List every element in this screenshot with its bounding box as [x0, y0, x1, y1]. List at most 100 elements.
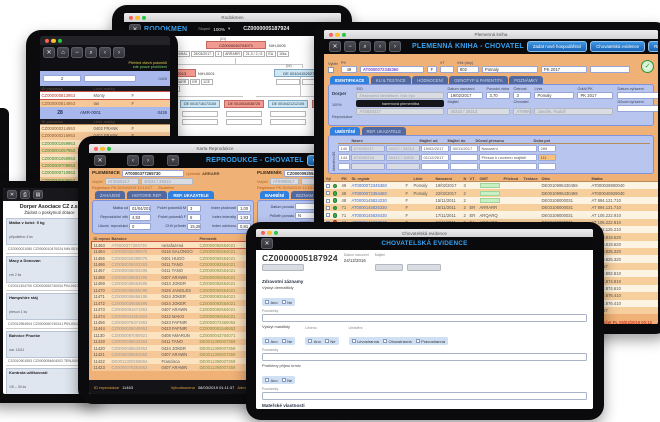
- tab-historie[interactable]: HISTORIE REP.: [127, 191, 167, 199]
- tab-hodnoceni[interactable]: HODNOCENÍ: [412, 76, 448, 84]
- titlebar[interactable]: [40, 36, 170, 45]
- tab-rep-ukazatele[interactable]: REP. UKAZATELE: [362, 127, 407, 135]
- prev-icon[interactable]: ‹: [374, 41, 386, 52]
- close-icon[interactable]: ✕: [7, 190, 17, 199]
- pedigree-node-g3[interactable]: DE 0010421212105: [268, 100, 308, 108]
- checkbox-option[interactable]: Ne: [282, 378, 293, 383]
- table-row[interactable]: 71AT0000145825330F15/11/20112ERARRARRDE0…: [324, 204, 658, 211]
- titlebar[interactable]: Karta Reprodukce: [89, 144, 341, 153]
- stat-value[interactable]: 15,28: [187, 223, 201, 230]
- stat-value[interactable]: 6: [187, 214, 201, 221]
- new-farm-button[interactable]: Zadat nové hospodářství: [527, 41, 587, 52]
- print-icon[interactable]: ⎙: [20, 190, 30, 199]
- tab-ukazatele[interactable]: REP. UKAZATELE: [168, 191, 213, 199]
- stat-value[interactable]: 1,00: [237, 205, 251, 212]
- home-icon[interactable]: ⌂: [57, 47, 69, 58]
- traffic-lights[interactable]: [45, 38, 62, 42]
- pedigree-node-g3[interactable]: DE 0010534538725: [224, 100, 264, 108]
- row-checkbox[interactable]: [326, 191, 330, 195]
- breeder-records-button[interactable]: Chovatelská evidence: [590, 41, 645, 52]
- tab-identifikace[interactable]: IDENTIFIKACE: [330, 76, 369, 84]
- notes-input[interactable]: [262, 353, 587, 361]
- checkbox-option[interactable]: Ano: [265, 300, 278, 305]
- owner-id-field[interactable]: AT4930217: [356, 108, 444, 115]
- registry-id[interactable]: AT0000072345360: [360, 66, 424, 73]
- row-checkbox[interactable]: [326, 213, 330, 217]
- extra-field[interactable]: [590, 66, 630, 73]
- stat-value[interactable]: 3: [187, 205, 201, 212]
- stat-value[interactable]: 0: [129, 223, 151, 230]
- add-icon[interactable]: +: [167, 155, 179, 166]
- pk-section-field[interactable]: PK 2017: [577, 92, 613, 99]
- breeder-name-field[interactable]: Jandrle, Rudolf: [534, 108, 613, 115]
- table-row[interactable]: 144AT493021850412 / 1183301/12/2017Přesu…: [338, 153, 650, 162]
- line-field[interactable]: Pomaly: [534, 92, 574, 99]
- search-icon[interactable]: ⌕: [85, 47, 97, 58]
- table-row[interactable]: CZ0000002149530402 FRANKF: [40, 125, 170, 132]
- owner-id-field[interactable]: AT9999917: [270, 178, 299, 185]
- birth-date-field[interactable]: 19/02/2017: [447, 92, 483, 99]
- removal-date-field[interactable]: [617, 92, 658, 99]
- pk-number[interactable]: 49: [341, 66, 357, 73]
- removal-reason-field[interactable]: [617, 105, 658, 112]
- approved-icon[interactable]: ✓: [641, 60, 654, 73]
- tab-poznamky[interactable]: POZNÁMKY: [509, 76, 543, 84]
- age-days[interactable]: 802: [457, 66, 479, 73]
- stat-value[interactable]: 4,93: [129, 214, 151, 221]
- checkbox-option[interactable]: Levostranná: [352, 339, 380, 344]
- table-row[interactable]: 140AT493021740222 / 2831319/02/201730/11…: [338, 144, 650, 153]
- ewe-id-input[interactable]: AT0000377265730: [122, 170, 184, 177]
- tab-genotyp[interactable]: GENOTYP & PARENTITA: [449, 76, 507, 84]
- line-field[interactable]: Pomaly: [482, 66, 538, 73]
- traffic-lights[interactable]: [261, 231, 278, 235]
- table-row[interactable]: 48AT0000072354460FPomaly22/02/20172DE001…: [324, 189, 658, 196]
- minus-icon[interactable]: −: [71, 47, 83, 58]
- table-row[interactable]: CZ000000813953MontyF: [40, 92, 170, 99]
- checkbox-option[interactable]: Ano: [265, 339, 278, 344]
- titlebar[interactable]: Rodokmen: [124, 13, 341, 22]
- next-icon[interactable]: ›: [142, 155, 154, 166]
- notes-input[interactable]: [262, 392, 587, 400]
- checkbox-option[interactable]: Pravostranná: [416, 339, 445, 344]
- filter-input-line[interactable]: [84, 75, 136, 82]
- pedigree-node-g3[interactable]: DE 0010716173105: [180, 100, 220, 108]
- reproduction-type-button[interactable]: haremová plemenitba: [356, 100, 444, 107]
- table-row[interactable]: 71AT0000145826430F17/11/20112ERARQARQDE0…: [324, 211, 658, 218]
- checkbox-option[interactable]: Ne: [325, 339, 336, 344]
- traffic-lights[interactable]: [329, 32, 346, 36]
- stat-value[interactable]: 01/04/2014: [129, 205, 151, 212]
- breeder-id-field[interactable]: AT9999917: [513, 108, 531, 115]
- sex-field[interactable]: F: [427, 66, 437, 73]
- owner-name-field[interactable]: 40222 / 28313: [447, 108, 510, 115]
- traffic-lights[interactable]: [129, 15, 146, 19]
- tab-bahneni[interactable]: BAHNĚNÍ: [260, 191, 289, 199]
- vt-field[interactable]: [440, 66, 454, 73]
- tab-zahajeni[interactable]: ZAHÁJENÍ: [95, 191, 125, 199]
- row-checkbox[interactable]: [326, 199, 330, 203]
- document-icon[interactable]: ▤: [33, 190, 43, 199]
- owner-id-field[interactable]: AT4930217: [105, 178, 139, 185]
- table-row[interactable]: [338, 162, 650, 171]
- select-checkbox[interactable]: [328, 67, 334, 73]
- close-icon[interactable]: ✕: [261, 238, 273, 249]
- minus-icon[interactable]: −: [344, 41, 356, 52]
- table-row[interactable]: 48AT0000145824230F15/11/20112DE031080000…: [324, 197, 658, 204]
- checkbox-option[interactable]: Ano: [308, 339, 321, 344]
- birth-weight-field[interactable]: 3,70: [486, 92, 510, 99]
- titlebar[interactable]: Plemenná kniha: [324, 30, 658, 39]
- checkbox-option[interactable]: Ne: [282, 339, 293, 344]
- titlebar[interactable]: Chovatelská evidence: [256, 229, 593, 237]
- close-icon[interactable]: ✕: [94, 155, 106, 166]
- stat-value[interactable]: 1,93: [237, 214, 251, 221]
- owner-name-field[interactable]: [407, 264, 441, 271]
- animal-name-field[interactable]: [262, 264, 304, 271]
- next-icon[interactable]: ›: [389, 41, 401, 52]
- lookup-link[interactable]: vyhledat: [186, 172, 200, 176]
- zoom-value[interactable]: 100%: [213, 27, 225, 32]
- tab-ku-testace[interactable]: KU & TESTACE: [371, 76, 411, 84]
- pedigree-button[interactable]: Rodokmen: [648, 41, 658, 52]
- pedigree-node-root[interactable]: CZ0000040704071: [206, 41, 266, 49]
- notes-input[interactable]: [262, 314, 587, 322]
- traffic-lights[interactable]: [94, 146, 111, 150]
- checkbox-option[interactable]: Ano: [265, 378, 278, 383]
